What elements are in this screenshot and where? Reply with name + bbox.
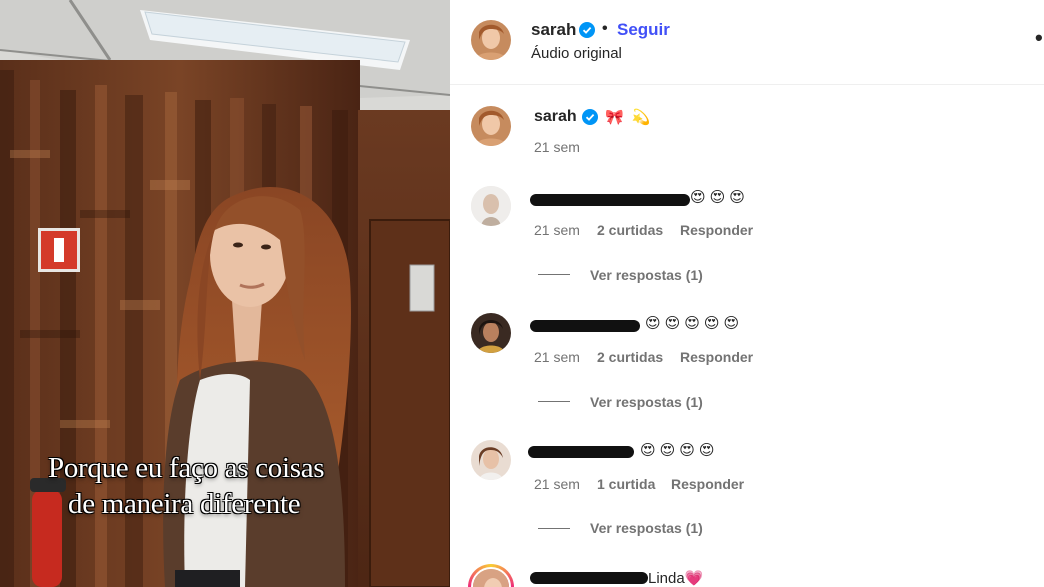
replies-divider bbox=[538, 274, 570, 275]
video-caption-line-1: Porque eu faço as coisas bbox=[48, 452, 325, 484]
post-header: sarah • Seguir Áudio original • bbox=[450, 0, 1044, 85]
redacted-username bbox=[530, 194, 690, 206]
caption-timestamp[interactable]: 21 sem bbox=[534, 139, 580, 155]
reply-button[interactable]: Responder bbox=[671, 476, 744, 492]
comment-timestamp[interactable]: 21 sem bbox=[534, 476, 580, 492]
author-avatar[interactable] bbox=[471, 20, 511, 60]
video-caption-line-2: de maneira diferente bbox=[68, 488, 301, 520]
comment-timestamp[interactable]: 21 sem bbox=[534, 349, 580, 365]
comment-text: 😍😍😍 bbox=[690, 189, 749, 206]
post-media[interactable]: Porque eu faço as coisas de maneira dife… bbox=[0, 0, 450, 587]
redacted-username bbox=[530, 572, 648, 584]
commenter-avatar[interactable] bbox=[471, 440, 511, 480]
replies-divider bbox=[538, 401, 570, 402]
comment-text: 😍😍😍😍😍 bbox=[645, 315, 744, 332]
view-replies-button[interactable]: Ver respostas (1) bbox=[590, 267, 703, 283]
audio-label[interactable]: Áudio original bbox=[531, 45, 622, 62]
caption-author-avatar[interactable] bbox=[471, 106, 511, 146]
caption-text: 🎀 💫 bbox=[605, 109, 653, 126]
caption-author-username[interactable]: sarah bbox=[534, 108, 577, 126]
view-replies-button[interactable]: Ver respostas (1) bbox=[590, 394, 703, 410]
comments-panel: sarah • Seguir Áudio original • sarah 🎀 … bbox=[450, 0, 1044, 587]
comment-likes[interactable]: 2 curtidas bbox=[597, 349, 663, 365]
view-replies-button[interactable]: Ver respostas (1) bbox=[590, 520, 703, 536]
commenter-avatar[interactable] bbox=[471, 186, 511, 226]
reply-button[interactable]: Responder bbox=[680, 349, 753, 365]
comment-likes[interactable]: 1 curtida bbox=[597, 476, 655, 492]
reply-button[interactable]: Responder bbox=[680, 222, 753, 238]
redacted-username bbox=[530, 320, 640, 332]
comment-likes[interactable]: 2 curtidas bbox=[597, 222, 663, 238]
more-options-icon[interactable]: • bbox=[1035, 25, 1043, 51]
follow-button[interactable]: Seguir bbox=[617, 20, 670, 40]
comment-text: 😍😍😍😍 bbox=[640, 442, 719, 459]
replies-divider bbox=[538, 528, 570, 529]
comment-text: Linda💗 bbox=[648, 570, 704, 587]
separator-dot: • bbox=[602, 20, 608, 37]
commenter-avatar[interactable] bbox=[471, 313, 511, 353]
caption-verified-badge-icon bbox=[582, 109, 598, 125]
verified-badge-icon bbox=[579, 22, 595, 38]
comment-timestamp[interactable]: 21 sem bbox=[534, 222, 580, 238]
redacted-username bbox=[528, 446, 634, 458]
author-username[interactable]: sarah bbox=[531, 20, 576, 40]
